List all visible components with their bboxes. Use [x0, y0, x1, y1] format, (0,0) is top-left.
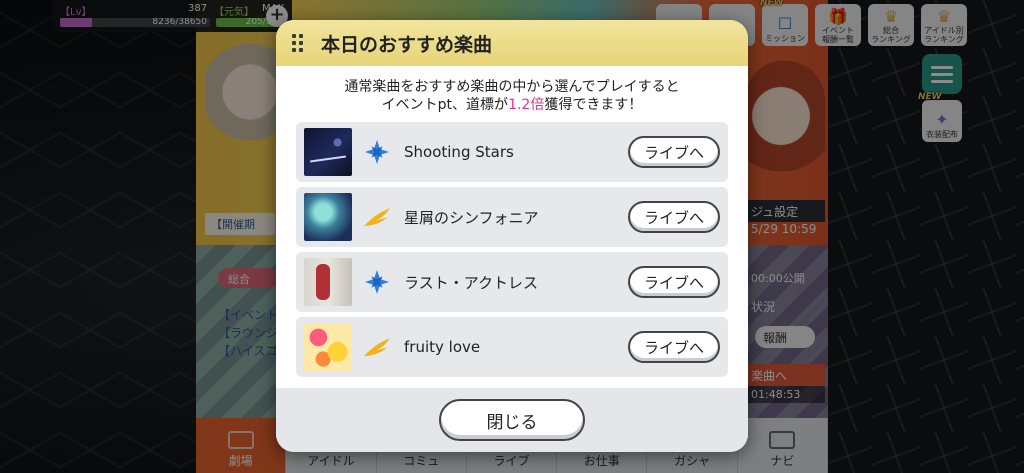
wing-type-icon — [362, 336, 392, 358]
song-row: ラスト・アクトレス ライブへ — [296, 252, 728, 312]
wing-type-icon — [362, 206, 392, 228]
grip-icon — [292, 34, 303, 52]
star-type-icon — [362, 269, 392, 295]
song-title: Shooting Stars — [404, 143, 514, 161]
star-type-icon — [362, 139, 392, 165]
description-line-1: 通常楽曲をおすすめ楽曲の中から選んでプレイすると — [344, 79, 680, 95]
recommended-songs-dialog: 本日のおすすめ楽曲 通常楽曲をおすすめ楽曲の中から選んでプレイすると イベントp… — [276, 20, 748, 452]
song-title: fruity love — [404, 338, 481, 356]
song-jacket — [304, 193, 352, 241]
song-jacket — [304, 128, 352, 176]
dialog-title: 本日のおすすめ楽曲 — [321, 33, 493, 56]
dialog-header: 本日のおすすめ楽曲 — [276, 20, 748, 66]
to-live-button[interactable]: ライブへ — [628, 136, 720, 168]
song-jacket — [304, 258, 352, 306]
song-jacket — [304, 323, 352, 371]
close-button[interactable]: 閉じる — [439, 399, 585, 441]
song-row: 星屑のシンフォニア ライブへ — [296, 187, 728, 247]
song-title: 星屑のシンフォニア — [404, 208, 539, 227]
dialog-footer: 閉じる — [276, 388, 748, 452]
dialog-description: 通常楽曲をおすすめ楽曲の中から選んでプレイすると イベントpt、道標が1.2倍獲… — [276, 66, 748, 122]
to-live-button[interactable]: ライブへ — [628, 201, 720, 233]
song-list: Shooting Stars ライブへ 星屑のシンフォニア ライブへ ラスト・ア… — [276, 122, 748, 377]
multiplier-text: 1.2倍 — [508, 97, 545, 113]
to-live-button[interactable]: ライブへ — [628, 266, 720, 298]
dialog-body: 通常楽曲をおすすめ楽曲の中から選んでプレイすると イベントpt、道標が1.2倍獲… — [276, 66, 748, 388]
song-row: Shooting Stars ライブへ — [296, 122, 728, 182]
song-row: fruity love ライブへ — [296, 317, 728, 377]
song-title: ラスト・アクトレス — [404, 273, 538, 292]
description-line-2: イベントpt、道標が1.2倍獲得できます！ — [381, 97, 643, 113]
to-live-button[interactable]: ライブへ — [628, 331, 720, 363]
